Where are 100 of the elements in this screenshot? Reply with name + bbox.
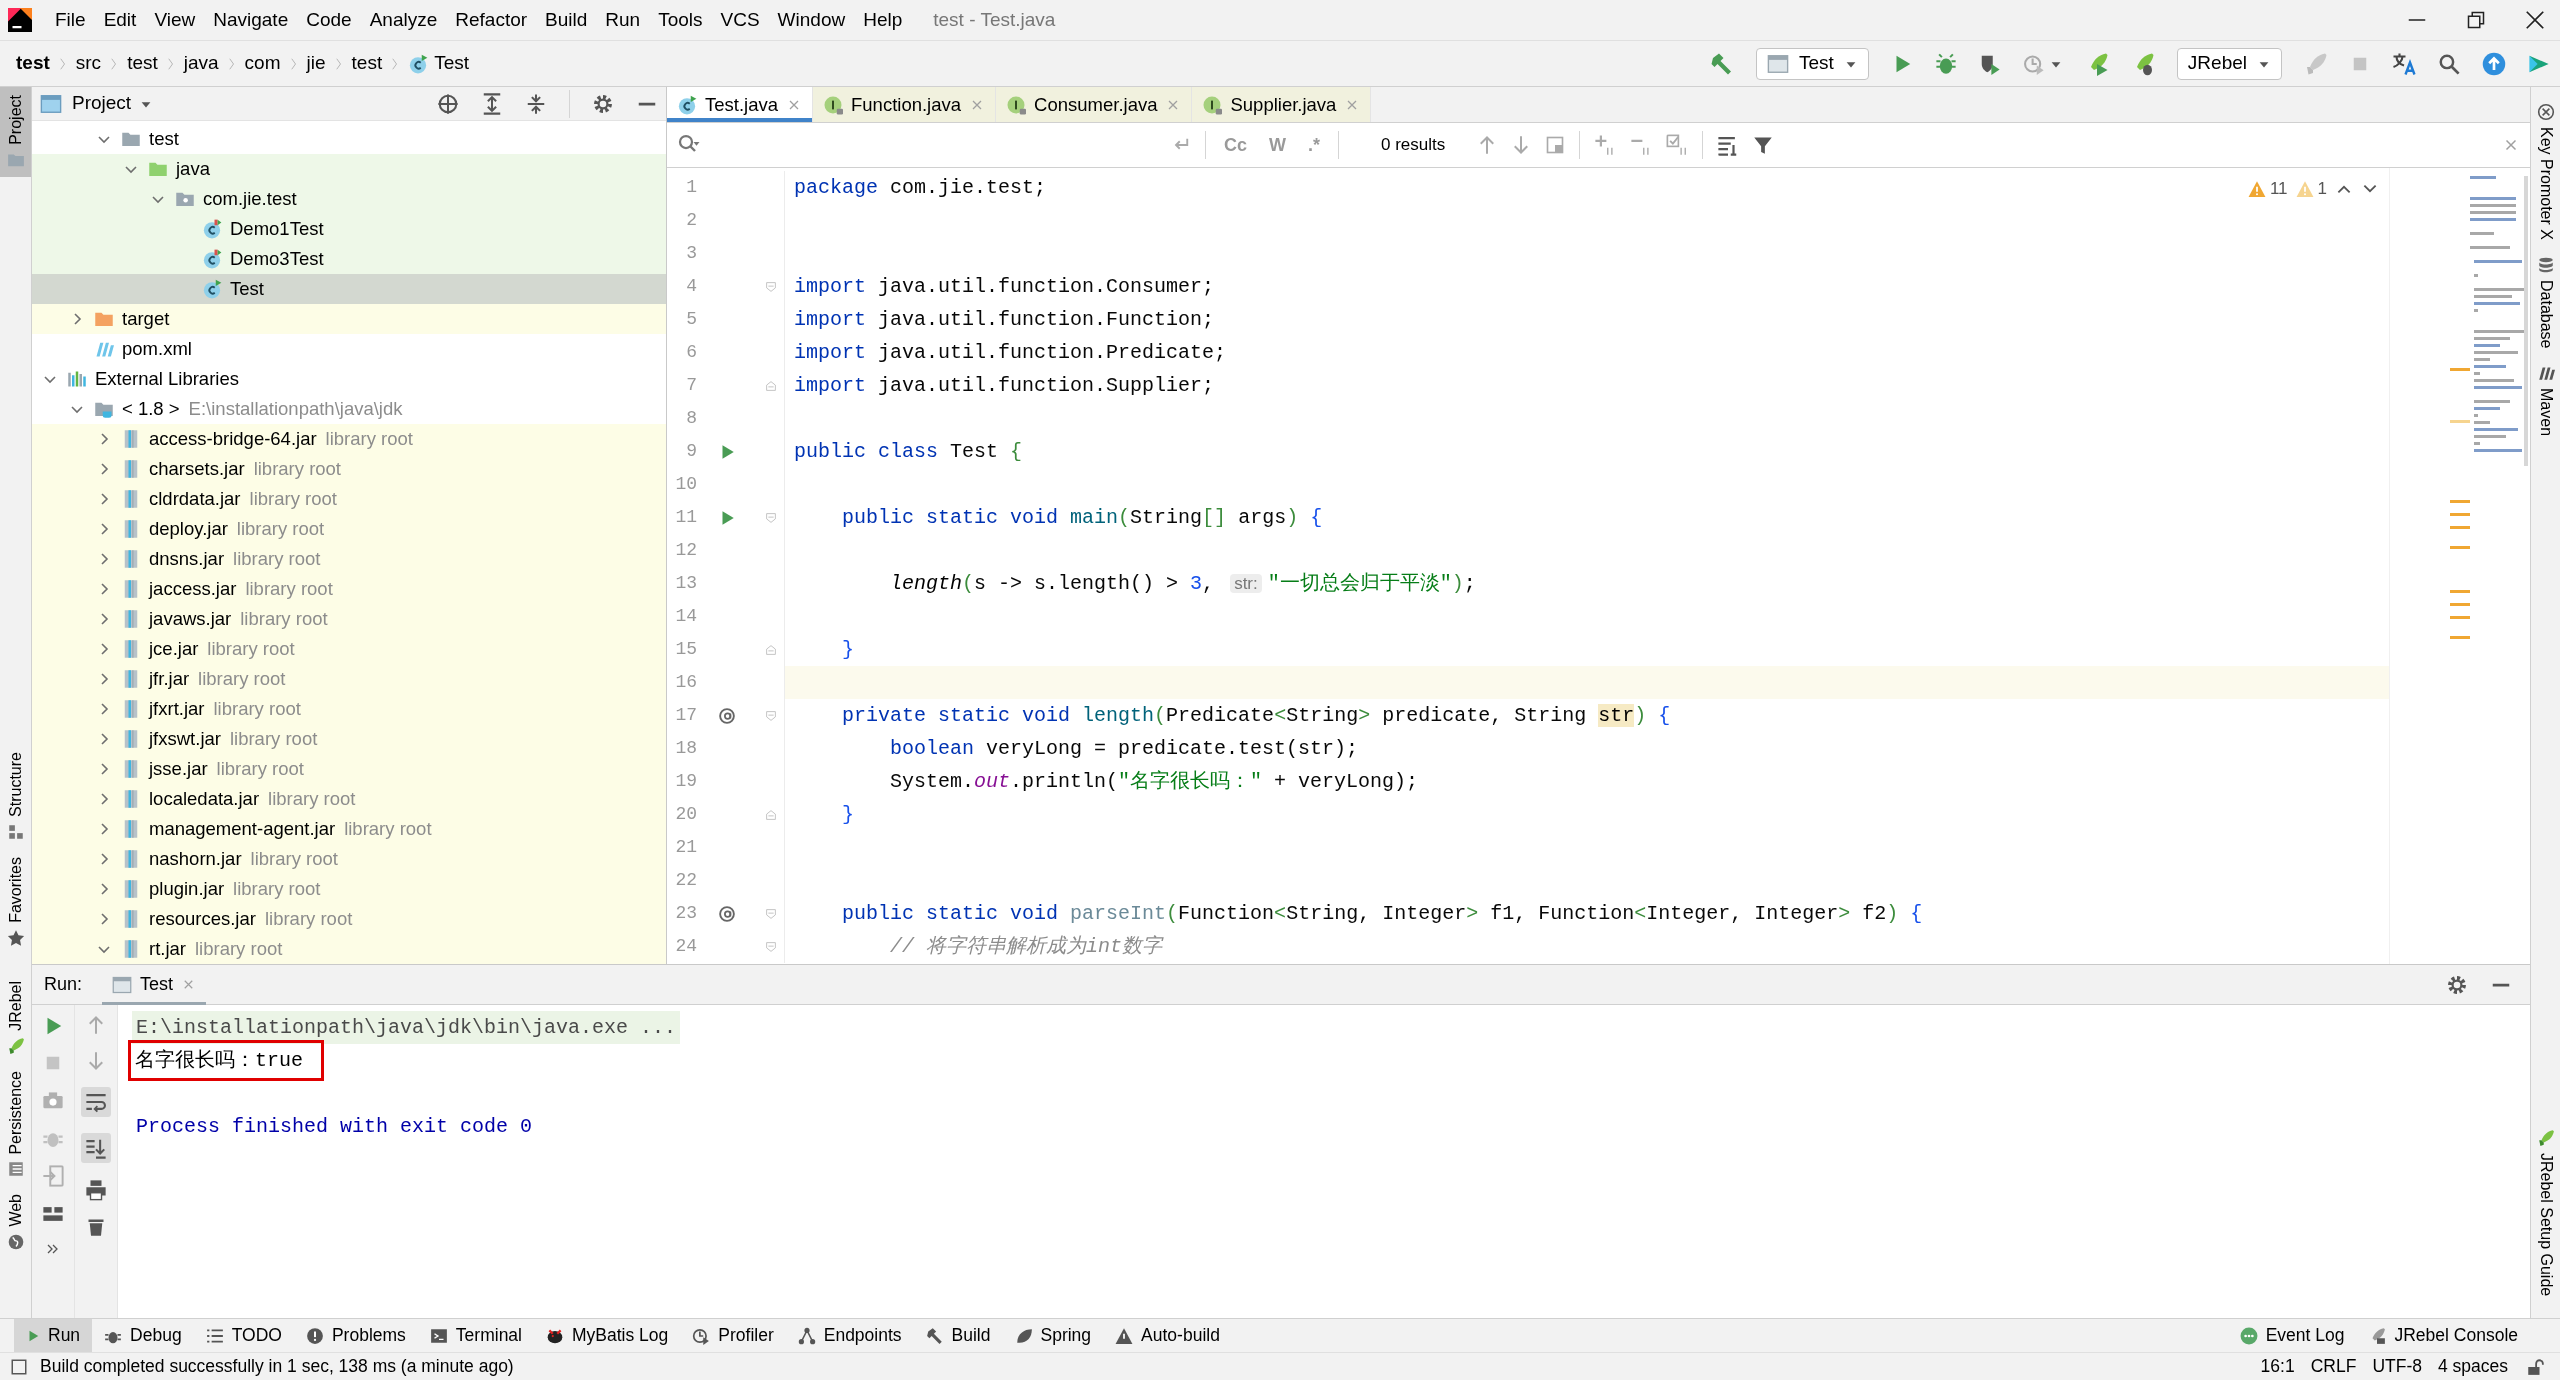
panel-toggle-icon[interactable] [10, 1357, 28, 1376]
tool-window-button[interactable]: Terminal [417, 1318, 534, 1353]
tree-item[interactable]: charsets.jar library root [32, 454, 666, 484]
menu-item[interactable]: Refactor [446, 5, 537, 35]
breadcrumb[interactable]: Test [408, 49, 469, 78]
tree-item[interactable]: jfr.jar library root [32, 664, 666, 694]
menu-item[interactable]: Edit [94, 5, 146, 35]
tool-window-button[interactable]: Event Log [2227, 1318, 2357, 1353]
tree-item[interactable]: jsse.jar library root [32, 754, 666, 784]
close-icon[interactable] [2524, 9, 2546, 31]
tool-window-button[interactable]: Endpoints [785, 1318, 914, 1353]
menu-item[interactable]: Build [536, 5, 597, 35]
tree-item[interactable]: access-bridge-64.jar library root [32, 424, 666, 454]
run-config-dropdown[interactable]: Test [1756, 47, 1869, 80]
tool-window-button[interactable]: Favorites [0, 849, 31, 955]
tree-item[interactable]: resources.jar library root [32, 904, 666, 934]
status-item[interactable]: UTF-8 [2364, 1353, 2430, 1380]
tool-window-button[interactable]: TODO [193, 1318, 294, 1353]
tool-window-button[interactable]: Web [0, 1186, 31, 1259]
tool-window-button[interactable]: Debug [92, 1318, 194, 1353]
scroll-to-end-icon[interactable] [81, 1133, 111, 1163]
tool-window-button[interactable]: MyBatis Log [534, 1318, 681, 1353]
menu-item[interactable]: Code [297, 5, 361, 35]
tree-item[interactable]: jfxswt.jar library root [32, 724, 666, 754]
breadcrumb[interactable]: test [127, 49, 158, 78]
tree-item[interactable]: jaccess.jar library root [32, 574, 666, 604]
editor-tab[interactable]: Supplier.java [1192, 87, 1372, 122]
editor-tab[interactable]: Test.java [667, 87, 813, 122]
tree-item[interactable]: rt.jar library root [32, 934, 666, 964]
translate-icon[interactable] [2392, 51, 2416, 76]
update-icon[interactable] [2482, 51, 2506, 76]
hammer-icon[interactable] [1710, 51, 1734, 76]
menu-item[interactable]: File [46, 5, 95, 35]
editor-tab[interactable]: Consumer.java [996, 87, 1193, 122]
filter-icon[interactable] [1753, 135, 1774, 155]
menu-item[interactable]: Window [768, 5, 855, 35]
jrebel-dropdown[interactable]: JRebel [2176, 47, 2282, 80]
breadcrumb[interactable]: src [75, 49, 102, 78]
inspection-counter[interactable]: 1 [2295, 176, 2327, 202]
status-item[interactable]: 16:1 [2252, 1353, 2303, 1380]
tool-window-button[interactable]: Key Promoter X [2531, 95, 2560, 248]
collapse-all-icon[interactable] [525, 92, 547, 115]
debug-icon[interactable] [1934, 52, 1957, 75]
override-icon[interactable] [717, 705, 737, 726]
tool-window-button[interactable]: Auto-build [1103, 1318, 1232, 1353]
run-tab[interactable]: Test [102, 964, 207, 1005]
menu-item[interactable]: Tools [649, 5, 712, 35]
tree-item[interactable]: javaws.jar library root [32, 604, 666, 634]
menu-item[interactable]: Analyze [360, 5, 447, 35]
breadcrumb[interactable]: jie [306, 49, 326, 78]
tool-window-button[interactable]: Project [0, 87, 31, 177]
tool-window-button[interactable]: Structure [0, 744, 31, 850]
tool-window-button[interactable]: JRebel Console [2356, 1318, 2530, 1353]
tree-item[interactable]: dnsns.jar library root [32, 544, 666, 574]
breadcrumb[interactable]: java [183, 49, 219, 78]
tree-item[interactable]: management-agent.jar library root [32, 814, 666, 844]
breadcrumb[interactable]: com [244, 49, 281, 78]
settings-icon[interactable] [592, 92, 614, 115]
tool-window-button[interactable]: Maven [2531, 356, 2560, 445]
tool-window-button[interactable]: Database [2531, 247, 2560, 357]
tree-item[interactable]: Demo1Test [32, 214, 666, 244]
tree-item[interactable]: deploy.jar library root [32, 514, 666, 544]
tree-item[interactable]: java [32, 154, 666, 184]
tool-window-button[interactable]: Run [14, 1318, 93, 1353]
tool-window-button[interactable]: JRebel Setup Guide [2531, 1120, 2560, 1304]
menu-item[interactable]: Run [596, 5, 650, 35]
soft-wrap-icon[interactable] [81, 1087, 111, 1117]
panel-title-dropdown[interactable]: Project [72, 89, 154, 118]
tree-item[interactable]: nashorn.jar library root [32, 844, 666, 874]
tool-window-button[interactable]: Spring [1002, 1318, 1104, 1353]
tree-item[interactable]: localedata.jar library root [32, 784, 666, 814]
clear-icon[interactable] [86, 1217, 106, 1237]
tool-window-button[interactable]: Persistence [0, 1062, 31, 1187]
tool-window-button[interactable]: Build [913, 1318, 1003, 1353]
status-item[interactable]: CRLF [2302, 1353, 2365, 1380]
tree-item[interactable]: jfxrt.jar library root [32, 694, 666, 724]
tree-item[interactable]: com.jie.test [32, 184, 666, 214]
tree-item[interactable]: Test [32, 274, 666, 304]
restore-icon[interactable] [2466, 10, 2486, 30]
menu-item[interactable]: Help [854, 5, 912, 35]
settings-icon[interactable] [2446, 973, 2468, 996]
status-item[interactable]: 4 spaces [2429, 1353, 2516, 1380]
tool-window-button[interactable]: Profiler [680, 1318, 786, 1353]
tree-item[interactable]: Demo3Test [32, 244, 666, 274]
locate-icon[interactable] [437, 92, 459, 115]
tree-item[interactable]: plugin.jar library root [32, 874, 666, 904]
inspection-counter[interactable]: 11 [2247, 176, 2288, 202]
tree-item[interactable]: target [32, 304, 666, 334]
search-icon[interactable] [2438, 52, 2460, 75]
menu-item[interactable]: Navigate [204, 5, 298, 35]
tool-window-button[interactable]: Problems [293, 1318, 418, 1353]
editor-tab[interactable]: Function.java [813, 87, 997, 122]
tree-item[interactable]: jce.jar library root [32, 634, 666, 664]
expand-all-icon[interactable] [481, 92, 503, 115]
override-icon[interactable] [717, 903, 737, 924]
lock-icon[interactable] [2526, 1357, 2544, 1376]
menu-item[interactable]: VCS [711, 5, 769, 35]
tool-window-button[interactable]: JRebel [0, 973, 31, 1063]
breadcrumb[interactable]: test [16, 49, 50, 78]
breadcrumb[interactable]: test [351, 49, 383, 78]
